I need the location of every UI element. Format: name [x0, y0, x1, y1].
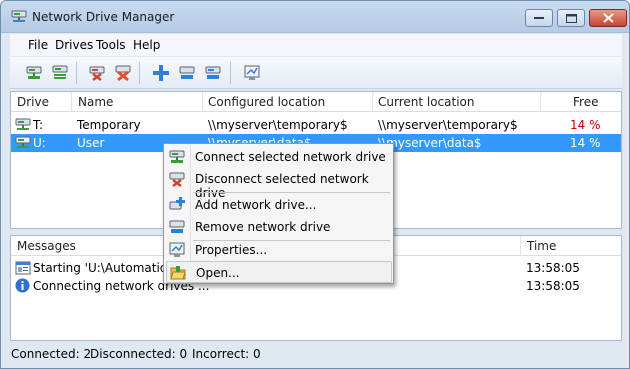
status-incorrect: Incorrect: 0: [192, 347, 261, 361]
maximize-icon: [565, 13, 577, 23]
menu-add-drive[interactable]: Add network drive...: [166, 194, 392, 216]
close-button[interactable]: [589, 9, 627, 27]
add-drive-icon: [169, 197, 185, 210]
drive-name: User: [77, 136, 105, 150]
app-window: Network Drive Manager File Drives Tools …: [0, 0, 630, 369]
close-icon: [602, 13, 614, 23]
log-icon: [15, 261, 31, 275]
remove-drive-icon: [169, 220, 185, 233]
maximize-button[interactable]: [557, 9, 585, 27]
menu-bar: File Drives Tools Help: [10, 34, 622, 56]
menu-properties[interactable]: Properties...: [166, 239, 392, 261]
connect-icon: [169, 150, 185, 163]
menu-connect-drive-label: Connect selected network drive: [195, 150, 386, 164]
configured-location: \\myserver\temporary$: [208, 118, 348, 132]
properties-icon[interactable]: [243, 64, 261, 82]
menu-drives[interactable]: Drives: [55, 38, 93, 52]
message-text: Starting 'U:\Automation': [33, 261, 179, 275]
properties-icon: [169, 242, 185, 257]
toolbar: [10, 57, 622, 89]
network-drive-icon: [11, 10, 27, 22]
connect-icon[interactable]: [25, 64, 43, 82]
free-space: 14 %: [570, 118, 601, 132]
open-folder-icon: [170, 266, 186, 280]
menu-add-drive-label: Add network drive...: [195, 198, 317, 212]
context-menu: Connect selected network drive Disconnec…: [163, 143, 394, 284]
column-configured[interactable]: Configured location: [203, 92, 373, 112]
menu-open[interactable]: Open...: [166, 261, 392, 283]
disconnect-icon: [169, 172, 185, 187]
menu-remove-drive-label: Remove network drive: [195, 220, 331, 234]
column-drive[interactable]: Drive: [11, 92, 72, 112]
menu-file[interactable]: File: [28, 38, 48, 52]
network-drive-icon: [15, 136, 31, 148]
toolbar-separator: [139, 62, 140, 84]
menu-open-label: Open...: [196, 266, 240, 280]
drive-letter: T:: [33, 118, 44, 132]
drives-header: Drive Name Configured location Current l…: [11, 92, 621, 112]
menu-properties-label: Properties...: [195, 243, 268, 257]
status-connected: Connected: 2: [11, 347, 92, 361]
menu-separator: [193, 192, 390, 193]
drive-name: Temporary: [77, 118, 141, 132]
add-drive-icon[interactable]: [152, 64, 170, 82]
minimize-button[interactable]: [525, 9, 553, 27]
column-time[interactable]: Time: [521, 236, 621, 256]
free-space: 14 %: [570, 136, 601, 150]
disconnect-all-icon[interactable]: [114, 64, 132, 82]
menu-connect-drive[interactable]: Connect selected network drive: [166, 146, 392, 168]
disconnect-icon[interactable]: [88, 64, 106, 82]
window-title: Network Drive Manager: [32, 10, 175, 24]
drive-letter: U:: [33, 136, 46, 150]
title-bar: Network Drive Manager: [1, 1, 629, 33]
network-drive-icon: [15, 118, 31, 130]
status-bar: Connected: 2 Disconnected: 0 Incorrect: …: [10, 344, 622, 364]
menu-disconnect-drive[interactable]: Disconnect selected network drive: [166, 168, 392, 200]
info-icon: [15, 278, 30, 293]
menu-tools[interactable]: Tools: [96, 38, 126, 52]
message-time: 13:58:05: [526, 261, 580, 275]
minimize-icon: [534, 17, 544, 19]
column-name[interactable]: Name: [72, 92, 203, 112]
message-time: 13:58:05: [526, 279, 580, 293]
column-current[interactable]: Current location: [373, 92, 541, 112]
status-disconnected: Disconnected: 0: [90, 347, 188, 361]
menu-remove-drive[interactable]: Remove network drive: [166, 216, 392, 238]
toolbar-separator: [76, 62, 77, 84]
edit-drive-icon[interactable]: [204, 64, 222, 82]
column-free[interactable]: Free: [541, 92, 601, 112]
menu-help[interactable]: Help: [133, 38, 160, 52]
table-row[interactable]: T: Temporary \\myserver\temporary$ \\mys…: [11, 116, 621, 134]
current-location: \\myserver\temporary$: [378, 118, 518, 132]
connect-all-icon[interactable]: [51, 64, 69, 82]
toolbar-separator: [230, 62, 231, 84]
remove-drive-icon[interactable]: [178, 64, 196, 82]
